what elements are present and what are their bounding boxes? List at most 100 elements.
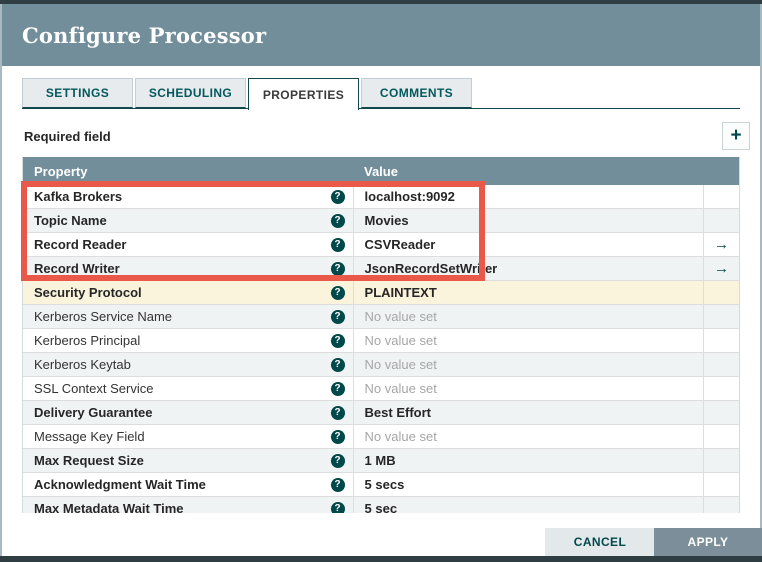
- property-name: Security Protocol: [34, 285, 142, 300]
- property-action-cell: [703, 305, 739, 328]
- tab-properties-label: PROPERTIES: [262, 87, 345, 102]
- help-icon[interactable]: ?: [330, 333, 345, 348]
- property-name: Kerberos Keytab: [34, 357, 131, 372]
- tab-settings-label: SETTINGS: [45, 86, 110, 100]
- tab-comments[interactable]: COMMENTS: [361, 78, 472, 108]
- property-value[interactable]: No value set: [352, 329, 704, 352]
- property-name: Message Key Field: [34, 429, 145, 444]
- help-icon[interactable]: ?: [330, 237, 345, 252]
- help-icon[interactable]: ?: [330, 501, 345, 513]
- go-to-service-icon[interactable]: →: [714, 261, 729, 276]
- property-value[interactable]: No value set: [352, 377, 704, 400]
- property-name-cell: Record Reader ?: [23, 237, 353, 252]
- property-row: Kerberos Service Name ? No value set: [23, 305, 739, 329]
- property-name-cell: Kerberos Service Name ?: [23, 309, 353, 324]
- tab-scheduling[interactable]: SCHEDULING: [135, 78, 246, 108]
- cancel-button[interactable]: CANCEL: [545, 528, 655, 556]
- property-value[interactable]: Movies: [352, 209, 704, 232]
- tab-underline: [22, 108, 740, 109]
- property-action-cell: [703, 449, 739, 472]
- property-name: Acknowledgment Wait Time: [34, 477, 206, 492]
- tab-scheduling-label: SCHEDULING: [148, 86, 233, 100]
- property-action-cell: →: [703, 257, 739, 280]
- property-row: Max Metadata Wait Time ? 5 sec: [23, 497, 739, 513]
- help-icon[interactable]: ?: [330, 429, 345, 444]
- property-action-cell: [703, 473, 739, 496]
- property-value[interactable]: JsonRecordSetWriter: [352, 257, 704, 280]
- property-action-cell: [703, 209, 739, 232]
- help-icon[interactable]: ?: [330, 453, 345, 468]
- property-name-cell: Kafka Brokers ?: [23, 189, 353, 204]
- property-name-cell: Message Key Field ?: [23, 429, 353, 444]
- property-value[interactable]: PLAINTEXT: [352, 281, 704, 304]
- go-to-service-icon[interactable]: →: [714, 237, 729, 252]
- help-icon[interactable]: ?: [330, 213, 345, 228]
- property-row: Acknowledgment Wait Time ? 5 secs: [23, 473, 739, 497]
- property-name-cell: Security Protocol ?: [23, 285, 353, 300]
- property-name: Kerberos Service Name: [34, 309, 172, 324]
- property-name: SSL Context Service: [34, 381, 154, 396]
- property-value[interactable]: No value set: [352, 425, 704, 448]
- property-name-cell: Delivery Guarantee ?: [23, 405, 353, 420]
- property-row: Record Reader ? CSVReader →: [23, 233, 739, 257]
- property-name-cell: Kerberos Principal ?: [23, 333, 353, 348]
- apply-button[interactable]: APPLY: [654, 528, 762, 556]
- property-name: Kerberos Principal: [34, 333, 141, 348]
- property-row: Kerberos Keytab ? No value set: [23, 353, 739, 377]
- tab-bar: SETTINGS SCHEDULING PROPERTIES COMMENTS: [22, 78, 740, 110]
- add-property-button[interactable]: +: [722, 122, 750, 150]
- required-field-label: Required field: [24, 128, 111, 144]
- property-action-cell: →: [703, 233, 739, 256]
- help-icon[interactable]: ?: [330, 381, 345, 396]
- property-row: Delivery Guarantee ? Best Effort: [23, 401, 739, 425]
- help-icon[interactable]: ?: [330, 189, 345, 204]
- property-value[interactable]: No value set: [352, 305, 704, 328]
- property-value[interactable]: Best Effort: [352, 401, 704, 424]
- help-icon[interactable]: ?: [330, 405, 345, 420]
- property-row: Topic Name ? Movies: [23, 209, 739, 233]
- property-action-cell: [703, 377, 739, 400]
- column-header-property: Property: [34, 163, 88, 179]
- property-row: Security Protocol ? PLAINTEXT: [23, 281, 739, 305]
- property-value[interactable]: 5 sec: [352, 497, 704, 513]
- property-name: Topic Name: [34, 213, 107, 228]
- property-row: Message Key Field ? No value set: [23, 425, 739, 449]
- property-action-cell: [703, 401, 739, 424]
- property-name: Record Reader: [34, 237, 127, 252]
- property-name-cell: Topic Name ?: [23, 213, 353, 228]
- tab-comments-label: COMMENTS: [379, 86, 454, 100]
- help-icon[interactable]: ?: [330, 261, 345, 276]
- property-action-cell: [703, 497, 739, 513]
- properties-table: Property Value Kafka Brokers ? localhost…: [22, 157, 740, 513]
- property-value[interactable]: 5 secs: [352, 473, 704, 496]
- property-value[interactable]: CSVReader: [352, 233, 704, 256]
- property-name-cell: Max Metadata Wait Time ?: [23, 501, 353, 513]
- configure-processor-dialog: Configure Processor SETTINGS SCHEDULING …: [0, 4, 762, 556]
- property-name: Kafka Brokers: [34, 189, 123, 204]
- property-row: SSL Context Service ? No value set: [23, 377, 739, 401]
- dialog-title: Configure Processor: [22, 22, 267, 48]
- dialog-header: Configure Processor: [2, 4, 760, 66]
- property-name: Delivery Guarantee: [34, 405, 153, 420]
- property-name-cell: Acknowledgment Wait Time ?: [23, 477, 353, 492]
- property-name-cell: SSL Context Service ?: [23, 381, 353, 396]
- help-icon[interactable]: ?: [330, 357, 345, 372]
- property-value[interactable]: 1 MB: [352, 449, 704, 472]
- property-action-cell: [703, 329, 739, 352]
- property-row: Max Request Size ? 1 MB: [23, 449, 739, 473]
- properties-table-body: Kafka Brokers ? localhost:9092 Topic Nam…: [23, 185, 739, 513]
- help-icon[interactable]: ?: [330, 477, 345, 492]
- property-action-cell: [703, 281, 739, 304]
- property-row: Kerberos Principal ? No value set: [23, 329, 739, 353]
- property-value[interactable]: localhost:9092: [352, 185, 704, 208]
- tab-properties[interactable]: PROPERTIES: [248, 78, 359, 110]
- property-name-cell: Record Writer ?: [23, 261, 353, 276]
- tab-settings[interactable]: SETTINGS: [22, 78, 133, 108]
- help-icon[interactable]: ?: [330, 309, 345, 324]
- properties-table-header: Property Value: [23, 157, 739, 185]
- help-icon[interactable]: ?: [330, 285, 345, 300]
- property-value[interactable]: No value set: [352, 353, 704, 376]
- property-action-cell: [703, 353, 739, 376]
- property-name: Record Writer: [34, 261, 120, 276]
- property-name-cell: Kerberos Keytab ?: [23, 357, 353, 372]
